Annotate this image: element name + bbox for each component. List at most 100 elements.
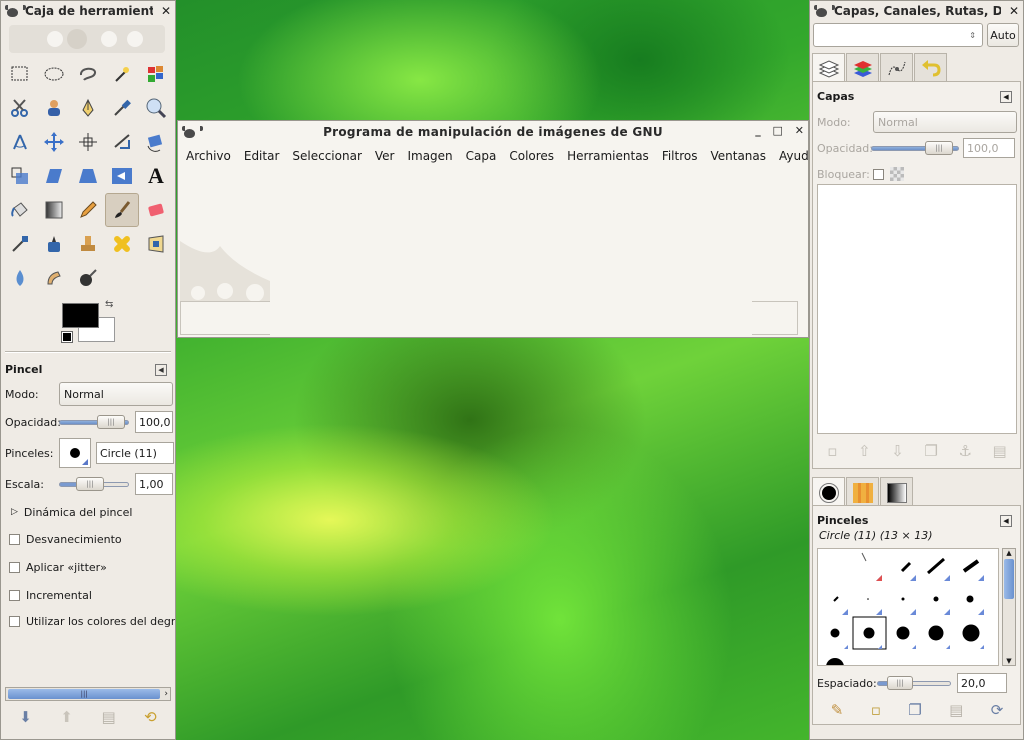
default-colors-icon[interactable]: [61, 331, 73, 343]
image-selector-combo[interactable]: ⇕: [813, 23, 983, 47]
dodge-burn-icon[interactable]: [71, 261, 105, 295]
jitter-checkbox[interactable]: [9, 561, 20, 573]
layer-opacity-spin[interactable]: 100,0: [963, 138, 1015, 158]
swap-colors-icon[interactable]: ⇆: [105, 299, 113, 310]
eraser-icon[interactable]: [139, 193, 173, 227]
raise-layer-icon[interactable]: ⇧: [858, 442, 871, 460]
brush-preview[interactable]: [59, 438, 91, 468]
tab-paths[interactable]: [880, 53, 913, 83]
new-layer-icon[interactable]: ▫: [827, 442, 837, 460]
tab-gradients[interactable]: [880, 477, 913, 507]
scale-slider[interactable]: |||: [59, 476, 129, 492]
tab-layers[interactable]: [812, 53, 845, 83]
opacity-slider-handle[interactable]: |||: [97, 415, 125, 429]
zoom-icon[interactable]: [139, 91, 173, 125]
measure-icon[interactable]: [3, 125, 37, 159]
shear-icon[interactable]: [37, 159, 71, 193]
opacity-slider[interactable]: |||: [59, 414, 129, 430]
layer-opacity-slider[interactable]: |||: [871, 140, 959, 156]
fade-checkbox[interactable]: [9, 533, 20, 545]
layer-mode-combo[interactable]: Normal: [873, 111, 1017, 133]
menu-colores[interactable]: Colores: [509, 149, 554, 171]
move-icon[interactable]: [37, 125, 71, 159]
brush-scrollbar[interactable]: ▲ ▼: [1002, 548, 1016, 666]
rotate-icon[interactable]: [139, 125, 173, 159]
heal-icon[interactable]: [105, 227, 139, 261]
free-select-icon[interactable]: [71, 57, 105, 91]
paths-icon[interactable]: [71, 91, 105, 125]
flip-icon[interactable]: [105, 159, 139, 193]
tab-menu-icon[interactable]: ◀: [1000, 90, 1012, 103]
blur-icon[interactable]: [3, 261, 37, 295]
scale-icon[interactable]: [3, 159, 37, 193]
maximize-button[interactable]: □: [773, 124, 783, 137]
duplicate-layer-icon[interactable]: ❐: [924, 442, 937, 460]
menu-seleccionar[interactable]: Seleccionar: [292, 149, 361, 171]
perspective-clone-icon[interactable]: [139, 227, 173, 261]
scissors-icon[interactable]: [3, 91, 37, 125]
gradient-colors-checkbox[interactable]: [9, 615, 20, 627]
tab-brushes[interactable]: [812, 477, 845, 507]
smudge-icon[interactable]: [37, 261, 71, 295]
minimize-button[interactable]: _: [755, 124, 761, 137]
menu-filtros[interactable]: Filtros: [662, 149, 698, 171]
lower-layer-icon[interactable]: ⇩: [891, 442, 904, 460]
scroll-right-icon[interactable]: ›: [162, 689, 170, 699]
blend-icon[interactable]: [37, 193, 71, 227]
edit-brush-icon[interactable]: ✎: [831, 701, 844, 719]
crop-icon[interactable]: [105, 125, 139, 159]
lock-alpha-checkbox[interactable]: [873, 168, 884, 180]
duplicate-brush-icon[interactable]: ❐: [908, 701, 921, 719]
spacing-spin[interactable]: 20,0: [957, 673, 1007, 693]
scrollbar-thumb[interactable]: [1004, 559, 1014, 599]
ellipse-select-icon[interactable]: [37, 57, 71, 91]
new-brush-icon[interactable]: ▫: [871, 701, 881, 719]
delete-options-icon[interactable]: ▤: [101, 708, 115, 726]
menu-ver[interactable]: Ver: [375, 149, 395, 171]
image-window-titlebar[interactable]: Programa de manipulación de imágenes de …: [178, 121, 808, 143]
select-by-color-icon[interactable]: [139, 57, 173, 91]
layer-opacity-slider-handle[interactable]: |||: [925, 141, 953, 155]
mode-combo[interactable]: Normal: [59, 382, 173, 406]
scale-slider-handle[interactable]: |||: [76, 477, 104, 491]
auto-button[interactable]: Auto: [987, 23, 1019, 47]
menu-editar[interactable]: Editar: [244, 149, 280, 171]
scale-spin[interactable]: 1,00: [135, 473, 173, 495]
tab-undo[interactable]: [914, 53, 947, 83]
rect-select-icon[interactable]: [3, 57, 37, 91]
perspective-icon[interactable]: [71, 159, 105, 193]
pencil-icon[interactable]: [71, 193, 105, 227]
close-button[interactable]: ✕: [795, 124, 804, 137]
wilber-drop-area[interactable]: [9, 25, 165, 53]
menu-imagen[interactable]: Imagen: [407, 149, 452, 171]
tab-patterns[interactable]: [846, 477, 879, 507]
menu-capa[interactable]: Capa: [466, 149, 497, 171]
dynamics-expander[interactable]: Dinámica del pincel: [24, 506, 132, 519]
tab-channels[interactable]: [846, 53, 879, 83]
menu-archivo[interactable]: Archivo: [186, 149, 231, 171]
color-picker-icon[interactable]: [105, 91, 139, 125]
ink-icon[interactable]: [37, 227, 71, 261]
text-icon[interactable]: A: [139, 159, 173, 193]
scrollbar-thumb[interactable]: |||: [8, 689, 161, 699]
delete-brush-icon[interactable]: ▤: [949, 701, 963, 719]
scroll-up-icon[interactable]: ▲: [1003, 549, 1015, 557]
save-options-icon[interactable]: ⬇: [19, 708, 32, 726]
menu-herramientas[interactable]: Herramientas: [567, 149, 649, 171]
clone-icon[interactable]: [71, 227, 105, 261]
options-scrollbar[interactable]: ||| ›: [5, 687, 171, 701]
scroll-down-icon[interactable]: ▼: [1003, 657, 1015, 665]
align-icon[interactable]: [71, 125, 105, 159]
menu-ventanas[interactable]: Ventanas: [710, 149, 766, 171]
paintbrush-icon[interactable]: [105, 193, 139, 227]
foreground-color[interactable]: [62, 303, 99, 328]
toolbox-titlebar[interactable]: Caja de herramientas ✕: [1, 1, 175, 21]
opacity-spin[interactable]: 100,0: [135, 411, 173, 433]
bucket-fill-icon[interactable]: [3, 193, 37, 227]
delete-layer-icon[interactable]: ▤: [993, 442, 1007, 460]
tab-menu-icon[interactable]: ◀: [155, 363, 167, 376]
close-icon[interactable]: ✕: [1009, 4, 1019, 18]
brush-name-field[interactable]: Circle (11): [96, 442, 174, 464]
tab-menu-icon[interactable]: ◀: [1000, 514, 1012, 527]
refresh-brushes-icon[interactable]: ⟳: [991, 701, 1004, 719]
